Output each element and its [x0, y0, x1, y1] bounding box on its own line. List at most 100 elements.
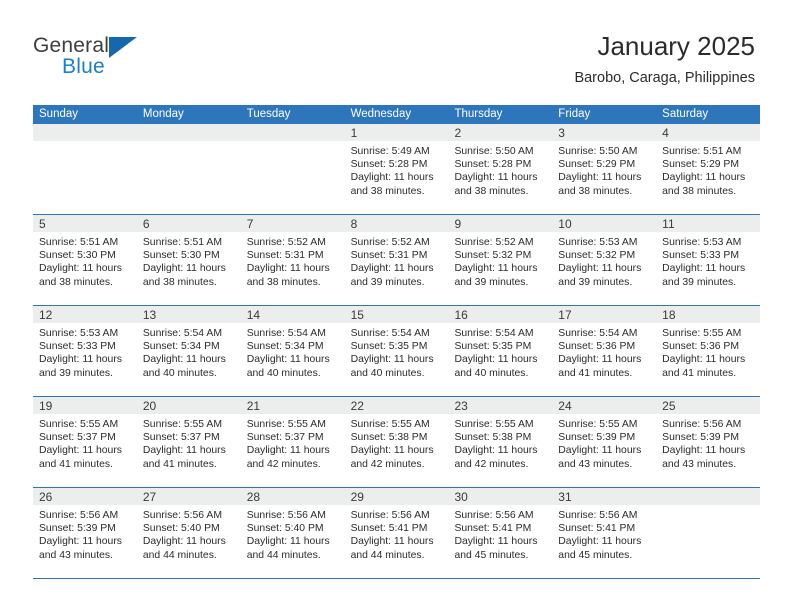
general-blue-logo[interactable]: General Blue [33, 34, 243, 86]
calendar-day-cell[interactable]: 3 Sunrise: 5:50 AM Sunset: 5:29 PM Daylight… [552, 124, 657, 214]
day-detail-line: Sunrise: 5:50 AM [558, 146, 638, 157]
calendar-day-cell[interactable]: 30 Sunrise: 5:56 AM Sunset: 5:41 PM Dayligh… [448, 488, 553, 578]
calendar-day-cell[interactable]: 11 Sunrise: 5:53 AM Sunset: 5:33 PM Dayligh… [656, 215, 761, 305]
weekday-header-sunday: Sunday [39, 108, 79, 120]
calendar-day-cell[interactable]: 16 Sunrise: 5:54 AM Sunset: 5:35 PM Dayligh… [448, 306, 553, 396]
day-detail-line: Sunset: 5:39 PM [39, 523, 116, 535]
day-detail-text: Sunrise: 5:53 AM Sunset: 5:32 PM Daylight:… [552, 232, 656, 289]
weekday-header-friday: Friday [558, 108, 591, 120]
day-detail-line: Sunrise: 5:56 AM [142, 510, 222, 521]
day-detail-line: Daylight: 11 hours [142, 263, 226, 275]
calendar-day-cell[interactable]: 5 Sunrise: 5:51 AM Sunset: 5:30 PM Daylight… [33, 215, 137, 305]
calendar-day-cell[interactable]: 24 Sunrise: 5:55 AM Sunset: 5:39 PM Dayligh… [552, 397, 657, 487]
calendar-day-cell[interactable]: 7 Sunrise: 5:52 AM Sunset: 5:31 PM Daylight… [240, 215, 345, 305]
day-number-band: 27 [136, 488, 241, 505]
day-detail-text: Sunrise: 5:54 AM Sunset: 5:36 PM Daylight:… [552, 323, 656, 380]
day-detail-line: Daylight: 11 hours [246, 263, 330, 275]
day-number: 12 [39, 308, 53, 322]
day-detail-text: Sunrise: 5:56 AM Sunset: 5:41 PM Daylight:… [345, 505, 449, 562]
calendar-day-cell[interactable]: 23 Sunrise: 5:55 AM Sunset: 5:38 PM Dayligh… [448, 397, 553, 487]
calendar-day-cell[interactable]: 31 Sunrise: 5:56 AM Sunset: 5:41 PM Dayligh… [552, 488, 657, 578]
day-detail-line: and 38 minutes. [454, 185, 529, 197]
day-detail-text: Sunrise: 5:51 AM Sunset: 5:30 PM Daylight:… [137, 232, 241, 289]
calendar-day-cell[interactable]: 25 Sunrise: 5:56 AM Sunset: 5:39 PM Dayligh… [656, 397, 761, 487]
day-detail-line: Sunset: 5:39 PM [662, 432, 739, 444]
day-number: 29 [350, 490, 364, 504]
day-detail-line: and 38 minutes. [350, 185, 425, 197]
day-detail-line: Sunrise: 5:55 AM [454, 419, 534, 430]
calendar-week-row: 19 Sunrise: 5:55 AM Sunset: 5:37 PM Dayligh… [33, 397, 761, 488]
day-number-band: 18 [656, 306, 761, 323]
day-detail-text: Sunrise: 5:56 AM Sunset: 5:41 PM Daylight:… [552, 505, 656, 562]
day-detail-line: Daylight: 11 hours [142, 445, 226, 457]
day-number-band: 6 [136, 215, 241, 232]
day-detail-line: and 44 minutes. [142, 549, 217, 561]
day-detail-line: and 43 minutes. [558, 458, 633, 470]
day-detail-line: Daylight: 11 hours [39, 354, 122, 366]
day-detail-line: Daylight: 11 hours [558, 172, 642, 184]
calendar-day-cell[interactable]: 21 Sunrise: 5:55 AM Sunset: 5:37 PM Dayligh… [240, 397, 345, 487]
calendar-day-cell[interactable]: 12 Sunrise: 5:53 AM Sunset: 5:33 PM Dayligh… [33, 306, 137, 396]
day-detail-line: Sunrise: 5:53 AM [558, 237, 638, 248]
day-detail-line: Daylight: 11 hours [558, 263, 642, 275]
day-detail-line: Sunrise: 5:54 AM [350, 328, 430, 339]
day-detail-line: and 38 minutes. [142, 276, 217, 288]
calendar-day-cell[interactable]: 2 Sunrise: 5:50 AM Sunset: 5:28 PM Daylight… [448, 124, 553, 214]
day-detail-line: Sunset: 5:34 PM [142, 341, 220, 353]
day-number-band: 25 [656, 397, 761, 414]
weekday-header-saturday: Saturday [662, 108, 709, 120]
day-detail-line: Sunrise: 5:49 AM [350, 146, 430, 157]
calendar-day-cell[interactable]: 1 Sunrise: 5:49 AM Sunset: 5:28 PM Daylight… [344, 124, 449, 214]
day-number-band: 8 [344, 215, 449, 232]
day-detail-text: Sunrise: 5:49 AM Sunset: 5:28 PM Daylight:… [345, 141, 449, 198]
day-detail-text: Sunrise: 5:56 AM Sunset: 5:40 PM Daylight:… [241, 505, 345, 562]
day-number-band: 22 [344, 397, 449, 414]
day-number-band: 10 [552, 215, 657, 232]
calendar-day-cell[interactable]: 17 Sunrise: 5:54 AM Sunset: 5:36 PM Dayligh… [552, 306, 657, 396]
day-detail-line: Daylight: 11 hours [142, 536, 226, 548]
calendar-day-cell[interactable]: 22 Sunrise: 5:55 AM Sunset: 5:38 PM Dayligh… [344, 397, 449, 487]
day-detail-line: and 44 minutes. [246, 549, 321, 561]
day-detail-line: Sunset: 5:30 PM [142, 250, 220, 262]
calendar-day-cell[interactable]: 4 Sunrise: 5:51 AM Sunset: 5:29 PM Daylight… [656, 124, 761, 214]
calendar-day-cell[interactable]: 15 Sunrise: 5:54 AM Sunset: 5:35 PM Dayligh… [344, 306, 449, 396]
day-detail-line: Sunset: 5:41 PM [350, 523, 428, 535]
day-detail-line: Sunset: 5:38 PM [350, 432, 428, 444]
weekday-header-wednesday: Wednesday [350, 108, 412, 120]
weekday-header-tuesday: Tuesday [246, 108, 291, 120]
day-detail-line: and 41 minutes. [662, 367, 737, 379]
day-detail-line: and 41 minutes. [142, 458, 217, 470]
day-detail-line: and 42 minutes. [454, 458, 529, 470]
calendar-day-cell[interactable]: 26 Sunrise: 5:56 AM Sunset: 5:39 PM Dayligh… [33, 488, 137, 578]
day-number: 27 [142, 490, 157, 504]
day-detail-text: Sunrise: 5:54 AM Sunset: 5:35 PM Daylight:… [345, 323, 449, 380]
calendar-day-cell[interactable]: 9 Sunrise: 5:52 AM Sunset: 5:32 PM Daylight… [448, 215, 553, 305]
calendar-day-cell[interactable]: 18 Sunrise: 5:55 AM Sunset: 5:36 PM Dayligh… [656, 306, 761, 396]
day-number-band [136, 124, 241, 141]
day-detail-text [33, 141, 137, 145]
calendar-day-cell[interactable]: 10 Sunrise: 5:53 AM Sunset: 5:32 PM Dayligh… [552, 215, 657, 305]
calendar-day-cell[interactable]: 6 Sunrise: 5:51 AM Sunset: 5:30 PM Daylight… [136, 215, 241, 305]
day-detail-line: and 41 minutes. [39, 458, 113, 470]
day-detail-line: Daylight: 11 hours [558, 536, 642, 548]
calendar-day-cell[interactable]: 28 Sunrise: 5:56 AM Sunset: 5:40 PM Dayligh… [240, 488, 345, 578]
day-detail-text: Sunrise: 5:55 AM Sunset: 5:38 PM Daylight:… [448, 414, 552, 471]
day-detail-line: Sunrise: 5:54 AM [558, 328, 638, 339]
day-detail-line: Daylight: 11 hours [454, 445, 538, 457]
calendar-day-cell[interactable]: 20 Sunrise: 5:55 AM Sunset: 5:37 PM Dayligh… [136, 397, 241, 487]
calendar-day-cell[interactable]: 27 Sunrise: 5:56 AM Sunset: 5:40 PM Dayligh… [136, 488, 241, 578]
day-number: 14 [246, 308, 261, 322]
day-detail-line: and 39 minutes. [558, 276, 633, 288]
day-detail-line: Sunset: 5:37 PM [142, 432, 220, 444]
calendar-day-cell[interactable]: 29 Sunrise: 5:56 AM Sunset: 5:41 PM Dayligh… [344, 488, 449, 578]
day-number: 13 [142, 308, 157, 322]
day-number-band: 28 [240, 488, 345, 505]
calendar-day-cell[interactable]: 13 Sunrise: 5:54 AM Sunset: 5:34 PM Dayligh… [136, 306, 241, 396]
calendar-day-cell-empty [136, 124, 241, 214]
day-detail-line: Sunrise: 5:53 AM [662, 237, 742, 248]
day-number: 4 [662, 126, 669, 140]
calendar-day-cell[interactable]: 8 Sunrise: 5:52 AM Sunset: 5:31 PM Daylight… [344, 215, 449, 305]
calendar-day-cell[interactable]: 14 Sunrise: 5:54 AM Sunset: 5:34 PM Dayligh… [240, 306, 345, 396]
day-detail-line: Daylight: 11 hours [39, 536, 122, 548]
calendar-day-cell[interactable]: 19 Sunrise: 5:55 AM Sunset: 5:37 PM Dayligh… [33, 397, 137, 487]
